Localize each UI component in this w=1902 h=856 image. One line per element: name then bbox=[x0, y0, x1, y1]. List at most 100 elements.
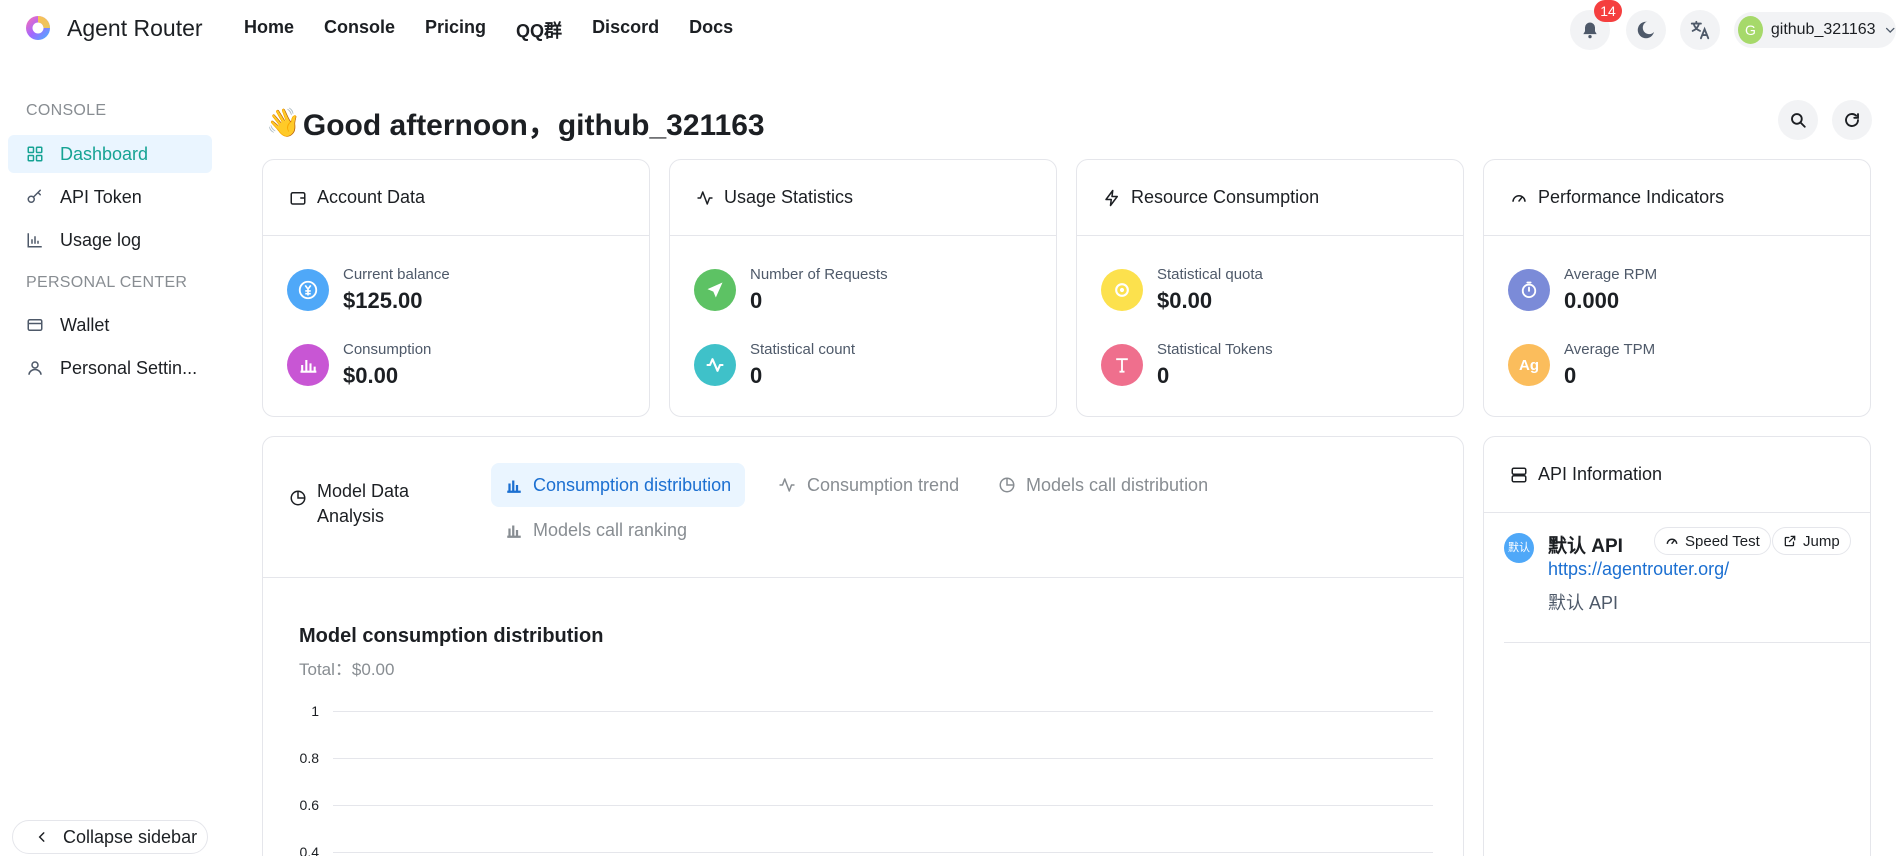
greeting: 👋 Good afternoon，github_321163 bbox=[266, 100, 765, 144]
bar-chart-icon bbox=[507, 525, 521, 538]
tab-models-call-distribution[interactable]: Models call distribution bbox=[984, 463, 1222, 507]
main-nav: Home Console Pricing QQ群 Discord Docs bbox=[244, 17, 733, 43]
ag-text-icon: Ag bbox=[1508, 344, 1550, 386]
usage-statistics-card: Usage Statistics Number of Requests 0 St… bbox=[669, 159, 1057, 417]
avatar: G bbox=[1738, 16, 1763, 44]
tab-consumption-trend[interactable]: Consumption trend bbox=[763, 463, 973, 507]
sidebar-item-label: Wallet bbox=[60, 314, 110, 335]
sidebar-item-dashboard[interactable]: Dashboard bbox=[8, 135, 212, 173]
analysis-header: Model Data Analysis Consumption distribut… bbox=[263, 437, 1463, 578]
stat-value: 0 bbox=[750, 363, 763, 388]
sidebar-item-usage-log[interactable]: Usage log bbox=[8, 221, 212, 259]
y-tick-label: 0.6 bbox=[299, 797, 319, 813]
sidebar-item-wallet[interactable]: Wallet bbox=[8, 306, 212, 344]
card-title: Usage Statistics bbox=[724, 187, 854, 207]
search-icon bbox=[1791, 113, 1806, 128]
api-description: 默认 API bbox=[1548, 593, 1619, 613]
pie-chart-icon bbox=[290, 490, 306, 506]
nav-pricing[interactable]: Pricing bbox=[425, 17, 486, 43]
number-of-requests-stat: Number of Requests 0 bbox=[694, 266, 888, 314]
stat-label: Statistical Tokens bbox=[1157, 341, 1273, 358]
y-tick-label: 0.4 bbox=[299, 844, 319, 856]
card-header: Usage Statistics bbox=[670, 160, 1056, 236]
card-title: Account Data bbox=[317, 187, 426, 207]
language-button[interactable] bbox=[1680, 10, 1720, 50]
api-url-link[interactable]: https://agentrouter.org/ bbox=[1548, 559, 1729, 580]
lightning-icon bbox=[1105, 189, 1118, 206]
stat-value: $125.00 bbox=[343, 288, 423, 313]
theme-toggle-button[interactable] bbox=[1626, 10, 1666, 50]
tab-label: Models call distribution bbox=[1026, 474, 1209, 495]
statistical-quota-stat: Statistical quota $0.00 bbox=[1101, 266, 1263, 314]
bar-chart-icon bbox=[287, 344, 329, 386]
wallet-icon bbox=[27, 319, 43, 331]
card-title: API Information bbox=[1538, 464, 1663, 484]
gauge-icon bbox=[1666, 538, 1678, 545]
sidebar-item-personal-settings[interactable]: Personal Settin... bbox=[8, 349, 212, 387]
page-title: Good afternoon，github_321163 bbox=[302, 109, 765, 142]
api-information-card: API Information 默认 默认 API Speed Test Jum… bbox=[1483, 436, 1871, 856]
model-data-analysis-card: Model Data Analysis Consumption distribut… bbox=[262, 436, 1464, 856]
refresh-button[interactable] bbox=[1832, 100, 1872, 140]
grid-line bbox=[333, 711, 1433, 712]
pie-chart-icon bbox=[999, 477, 1015, 493]
search-button[interactable] bbox=[1778, 100, 1818, 140]
stat-label: Number of Requests bbox=[750, 266, 888, 283]
sidebar-section-console: CONSOLE bbox=[26, 102, 107, 119]
key-icon bbox=[27, 189, 41, 203]
tab-models-call-ranking[interactable]: Models call ranking bbox=[491, 508, 701, 552]
pulse-icon bbox=[697, 190, 713, 205]
analysis-title-line2: Analysis bbox=[317, 506, 385, 526]
notifications-button[interactable]: 14 bbox=[1570, 0, 1622, 50]
top-actions: 14 G github_321163 bbox=[1570, 0, 1902, 50]
brand-name: Agent Router bbox=[67, 14, 203, 41]
card-header: Performance Indicators bbox=[1484, 160, 1870, 236]
jump-button[interactable]: Jump bbox=[1772, 527, 1851, 555]
card-title: Performance Indicators bbox=[1538, 187, 1725, 207]
sidebar-item-label: Dashboard bbox=[60, 143, 149, 164]
brand-logo-icon bbox=[26, 16, 50, 40]
y-tick-label: 1 bbox=[311, 703, 319, 719]
analysis-title-line1: Model Data bbox=[317, 481, 410, 501]
nav-discord[interactable]: Discord bbox=[592, 17, 659, 43]
grid-line bbox=[333, 758, 1433, 759]
stat-value: 0 bbox=[1157, 363, 1170, 388]
brand[interactable]: Agent Router bbox=[24, 14, 203, 42]
dashboard-icon bbox=[27, 146, 43, 162]
speed-test-button[interactable]: Speed Test bbox=[1654, 527, 1771, 555]
chevron-down-icon bbox=[1885, 27, 1895, 33]
sidebar-item-label: API Token bbox=[60, 186, 142, 207]
consumption-stat: Consumption $0.00 bbox=[287, 341, 431, 389]
refresh-icon bbox=[1845, 113, 1859, 127]
nav-qq-group[interactable]: QQ群 bbox=[516, 17, 562, 43]
api-name: 默认 API bbox=[1548, 536, 1623, 557]
resource-consumption-card: Resource Consumption Statistical quota $… bbox=[1076, 159, 1464, 417]
performance-indicators-card: Performance Indicators Average RPM 0.000… bbox=[1483, 159, 1871, 417]
analysis-title-text: Model Data Analysis bbox=[317, 479, 409, 529]
grid-line bbox=[333, 805, 1433, 806]
notification-badge: 14 bbox=[1594, 0, 1622, 22]
average-rpm-stat: Average RPM 0.000 bbox=[1508, 266, 1657, 314]
sidebar-section-personal-center: PERSONAL CENTER bbox=[26, 274, 188, 291]
grid-line bbox=[333, 852, 1433, 853]
collapse-sidebar-button[interactable]: Collapse sidebar bbox=[12, 820, 208, 854]
stat-value: 0.000 bbox=[1564, 288, 1620, 313]
nav-console[interactable]: Console bbox=[324, 17, 395, 43]
tab-consumption-distribution[interactable]: Consumption distribution bbox=[491, 463, 746, 507]
send-icon bbox=[694, 269, 736, 311]
user-menu[interactable]: G github_321163 bbox=[1734, 12, 1896, 48]
stat-label: Consumption bbox=[343, 341, 432, 358]
nav-home[interactable]: Home bbox=[244, 17, 294, 43]
moon-icon bbox=[1637, 21, 1656, 39]
stat-label: Average TPM bbox=[1564, 341, 1656, 358]
speed-test-label: Speed Test bbox=[1685, 532, 1760, 550]
stat-value: 0 bbox=[750, 288, 763, 313]
sidebar-item-api-token[interactable]: API Token bbox=[8, 178, 212, 216]
wallet-icon bbox=[290, 191, 306, 205]
stat-label: Average RPM bbox=[1564, 266, 1658, 283]
jump-label: Jump bbox=[1803, 532, 1840, 550]
api-entry: 默认 默认 API Speed Test Jump https://agentr… bbox=[1504, 527, 1870, 643]
pulse-icon bbox=[694, 344, 736, 386]
server-icon bbox=[1511, 467, 1527, 482]
nav-docs[interactable]: Docs bbox=[689, 17, 733, 43]
